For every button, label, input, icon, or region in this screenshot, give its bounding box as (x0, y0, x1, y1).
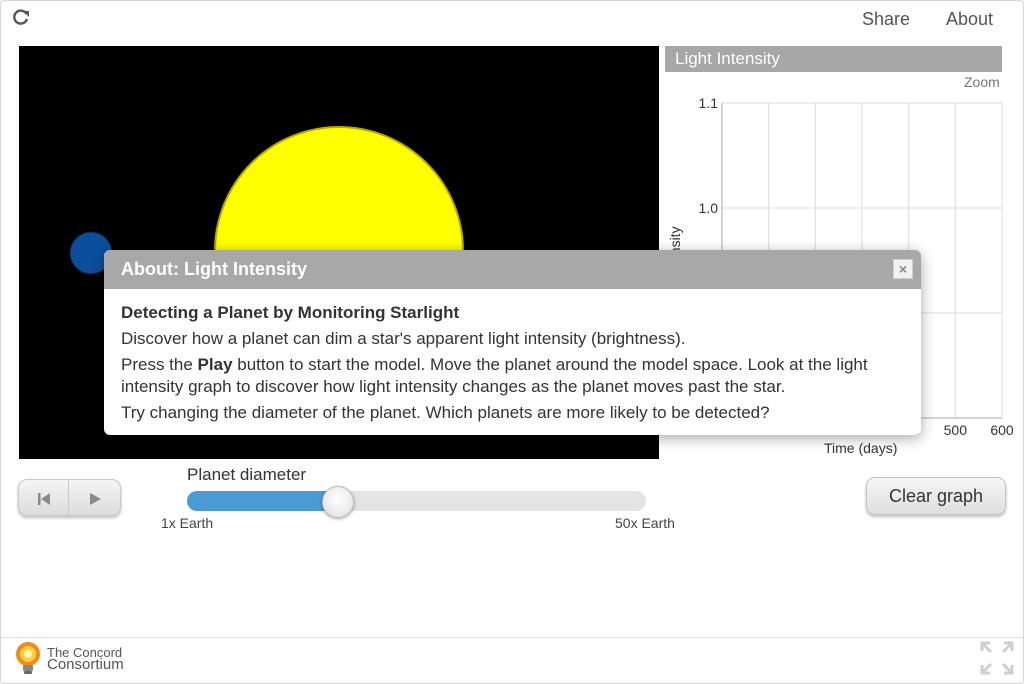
x-axis-label: Time (days) (824, 440, 898, 456)
slider-label: Planet diameter (187, 465, 307, 484)
slider-handle[interactable] (322, 486, 354, 518)
reset-button[interactable] (19, 480, 69, 515)
x-tick-label: 500 (944, 422, 968, 438)
play-button[interactable] (70, 480, 120, 515)
p2-text-b: button to start the model. Move the plan… (121, 355, 868, 396)
fullscreen-icon[interactable] (980, 641, 1014, 675)
dialog-paragraph-3: Try changing the diameter of the planet.… (121, 403, 770, 422)
about-dialog: About: Light Intensity × Detecting a Pla… (104, 250, 921, 435)
lightbulb-logo-icon (16, 642, 40, 674)
x-tick-label: 600 (990, 422, 1014, 438)
dialog-paragraph-2: Press the Play button to start the model… (121, 354, 904, 398)
dialog-body: Detecting a Planet by Monitoring Starlig… (104, 289, 921, 424)
clear-graph-button[interactable]: Clear graph (866, 477, 1006, 515)
concord-logo[interactable]: The Concord Consortium (11, 640, 141, 680)
y-tick-label: 1.0 (699, 200, 719, 216)
slider-max-label: 50x Earth (615, 515, 675, 531)
play-icon (90, 492, 101, 505)
about-link[interactable]: About (946, 9, 993, 30)
p2-text-a: Press the (121, 355, 198, 374)
logo-line2: Consortium (47, 656, 124, 673)
footer-divider (1, 637, 1023, 638)
logo-text: The Concord Consortium (47, 646, 124, 673)
close-icon[interactable]: × (893, 259, 913, 279)
y-tick-label: 1.1 (699, 95, 719, 111)
dialog-heading: Detecting a Planet by Monitoring Starlig… (121, 303, 460, 322)
share-link[interactable]: Share (862, 9, 910, 30)
planet-diameter-slider[interactable] (187, 491, 646, 511)
dialog-title: About: Light Intensity (121, 259, 307, 279)
slider-fill (187, 491, 339, 511)
reload-icon[interactable] (12, 8, 30, 26)
dialog-header: About: Light Intensity × (104, 250, 921, 289)
dialog-paragraph-1: Discover how a planet can dim a star's a… (121, 329, 686, 348)
slider-min-label: 1x Earth (161, 515, 214, 531)
reset-icon (37, 492, 50, 505)
graph-title: Light Intensity (665, 46, 1002, 72)
play-word: Play (197, 355, 233, 374)
playback-controls (18, 479, 121, 516)
